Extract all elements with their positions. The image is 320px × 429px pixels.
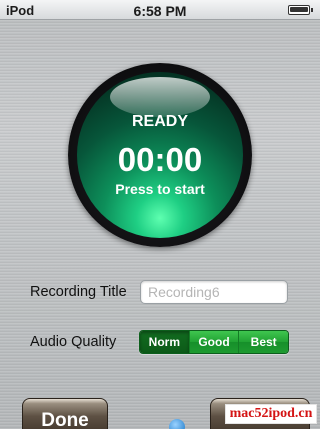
quality-option-good[interactable]: Good <box>188 331 239 353</box>
quality-option-norm[interactable]: Norm <box>140 331 189 353</box>
status-time: 6:58 PM <box>133 3 187 19</box>
info-icon[interactable] <box>169 419 185 429</box>
battery-level-fill <box>290 7 308 12</box>
record-hint-text: Press to start <box>115 181 205 197</box>
watermark-label: mac52ipod.cn <box>225 404 317 424</box>
record-button[interactable]: READY 00:00 Press to start <box>68 63 252 247</box>
audio-quality-segmented-control[interactable]: Norm Good Best <box>139 330 289 354</box>
battery-icon <box>288 5 313 15</box>
quality-option-best[interactable]: Best <box>238 331 288 353</box>
audio-quality-label: Audio Quality <box>30 334 117 350</box>
status-bar: iPod 6:58 PM <box>0 0 320 20</box>
record-timer: 00:00 <box>117 141 203 178</box>
recording-title-input[interactable] <box>140 280 288 304</box>
record-gloss-highlight <box>110 77 210 117</box>
record-button-face[interactable]: READY 00:00 Press to start <box>77 72 243 238</box>
done-button[interactable]: Done <box>22 398 108 429</box>
recording-title-label: Recording Title <box>30 284 127 300</box>
record-status-text: READY <box>131 113 188 130</box>
